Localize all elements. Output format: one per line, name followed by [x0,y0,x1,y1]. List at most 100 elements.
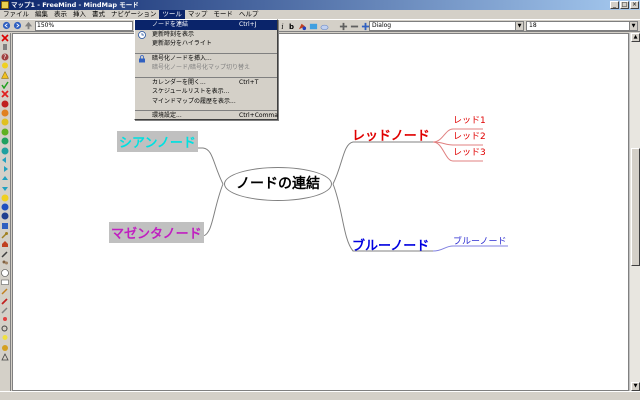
red-node[interactable]: レッドノード [352,125,430,144]
bold-button[interactable]: b [287,23,296,31]
tools-menu-dropdown: ノードを連結 Ctrl+J 更新時刻を表示 更新部分をハイライト 暗号化ノードを… [134,19,278,120]
menu-mode[interactable]: モード [210,10,236,19]
pin-icon[interactable] [1,315,10,324]
down-arrow-icon[interactable] [1,184,10,193]
home-icon[interactable] [1,240,10,249]
delete-icon[interactable] [1,43,10,52]
priority-1-icon[interactable] [1,99,10,108]
menu-map[interactable]: マップ [185,10,211,19]
edge-color-icon[interactable] [297,22,307,32]
italic-button[interactable]: i [278,23,287,31]
flag-icon[interactable] [1,202,10,211]
menu-format[interactable]: 書式 [89,10,108,19]
svg-text:?: ? [3,54,6,61]
close-window-button[interactable]: × [630,1,639,9]
clock-icon[interactable] [1,268,10,277]
icon-toolbar: ? [0,33,11,393]
menu-item-label: 暗号化ノード/暗号化マップ切り替え [152,64,251,71]
back-arrow-icon[interactable] [1,155,10,164]
menu-item-highlight-modified[interactable]: 更新部分をハイライト [135,39,277,49]
menu-item-show-history[interactable]: マインドマップの履歴を表示... [135,97,277,107]
scroll-down-icon[interactable]: ▼ [631,382,640,391]
zoom-field[interactable]: 150% [35,20,133,31]
scroll-thumb[interactable] [631,148,640,266]
scroll-up-icon[interactable]: ▲ [631,33,640,42]
menu-bar: ファイル 編集 表示 挿入 書式 ナビゲーション ツール マップ モード ヘルプ [0,10,640,19]
add-node-icon[interactable] [338,22,348,32]
priority-2-icon[interactable] [1,109,10,118]
menu-item-join-nodes[interactable]: ノードを連結 Ctrl+J [135,20,277,30]
maximize-button[interactable]: □ [620,1,629,9]
menu-item-label: 暗号化ノードを挿入... [152,54,212,62]
triangle-icon[interactable] [1,353,10,362]
back-icon[interactable] [1,21,11,31]
font-family-select[interactable]: Dialog ▼ [369,21,524,31]
chevron-down-icon[interactable]: ▼ [515,22,523,30]
menu-item-label: スケジュールリストを表示... [152,88,230,95]
red-child-1[interactable]: レッド1 [453,113,486,126]
magic-icon[interactable] [1,287,10,296]
smiley-icon[interactable] [1,193,10,202]
warning-icon[interactable] [1,71,10,80]
ok-icon[interactable] [1,80,10,89]
menu-item-shortcut: Ctrl+T [239,78,259,86]
mail-icon[interactable] [1,278,10,287]
mindmap-canvas[interactable]: ノードの連結 シアンノード マゼンタノード レッドノード レッド1 レッド2 レ… [12,33,629,391]
idea-icon[interactable] [1,62,10,71]
brush-icon[interactable] [1,296,10,305]
menu-view[interactable]: 表示 [51,10,70,19]
forward-arrow-icon[interactable] [1,165,10,174]
red-child-2[interactable]: レッド2 [453,129,486,142]
blue-child-1[interactable]: ブルーノード [453,234,506,247]
blue-node[interactable]: ブルーノード [352,235,429,254]
menu-item-show-schedule[interactable]: スケジュールリストを表示... [135,87,277,97]
font-size-select[interactable]: 18 ▼ [526,21,638,31]
menu-navigation[interactable]: ナビゲーション [108,10,159,19]
menu-item-label: ノードを連結 [152,21,189,28]
color-picker-icon[interactable] [308,22,318,32]
priority-4-icon[interactable] [1,127,10,136]
clock-icon [138,30,146,39]
priority-3-icon[interactable] [1,118,10,127]
people-icon[interactable] [1,259,10,268]
menu-item-label: 更新時刻を表示 [152,30,195,38]
menu-item-shortcut: Ctrl+Comma [239,112,278,119]
menu-item-shortcut: Ctrl+J [239,21,257,28]
chevron-down-icon[interactable]: ▼ [629,22,637,30]
menu-tools[interactable]: ツール [159,10,185,19]
menu-item-open-calendar[interactable]: カレンダーを開く... Ctrl+T [135,78,277,88]
priority-5-icon[interactable] [1,137,10,146]
red-child-3[interactable]: レッド3 [453,145,486,158]
remove-icon[interactable] [1,33,10,42]
central-node[interactable]: ノードの連結 [224,167,332,201]
menu-file[interactable]: ファイル [0,10,32,19]
menu-item-preferences[interactable]: 環境設定... Ctrl+Comma [135,111,278,121]
menu-item-show-modified-time[interactable]: 更新時刻を表示 [135,30,277,40]
forward-icon[interactable] [12,21,22,31]
menu-help[interactable]: ヘルプ [236,10,262,19]
wrench-icon[interactable] [1,306,10,315]
pencil-icon[interactable] [1,249,10,258]
main-toolbar: 150% i b Dialog ▼ 18 ▼ [0,19,640,32]
button-icon[interactable] [1,343,10,352]
cloud-icon[interactable] [319,22,329,32]
lightbulb-icon[interactable] [1,334,10,343]
magenta-node[interactable]: マゼンタノード [109,222,204,243]
minimize-button[interactable]: _ [610,1,619,9]
priority-6-icon[interactable] [1,146,10,155]
zoom-icon[interactable] [1,325,10,334]
up-arrow-icon[interactable] [1,174,10,183]
bookmark-icon[interactable] [1,221,10,230]
cancel-icon[interactable] [1,90,10,99]
up-icon[interactable] [23,21,33,31]
globe-icon[interactable] [1,212,10,221]
vertical-scrollbar[interactable]: ▲ ▼ [629,33,640,391]
menu-item-label: 環境設定... [152,112,182,119]
key-icon[interactable] [1,231,10,240]
menu-item-insert-encrypted-node[interactable]: 暗号化ノードを挿入... [135,54,277,64]
menu-insert[interactable]: 挿入 [70,10,89,19]
cyan-node[interactable]: シアンノード [117,131,198,152]
menu-edit[interactable]: 編集 [32,10,51,19]
question-icon[interactable]: ? [1,52,10,61]
remove-node-icon[interactable] [349,22,359,32]
